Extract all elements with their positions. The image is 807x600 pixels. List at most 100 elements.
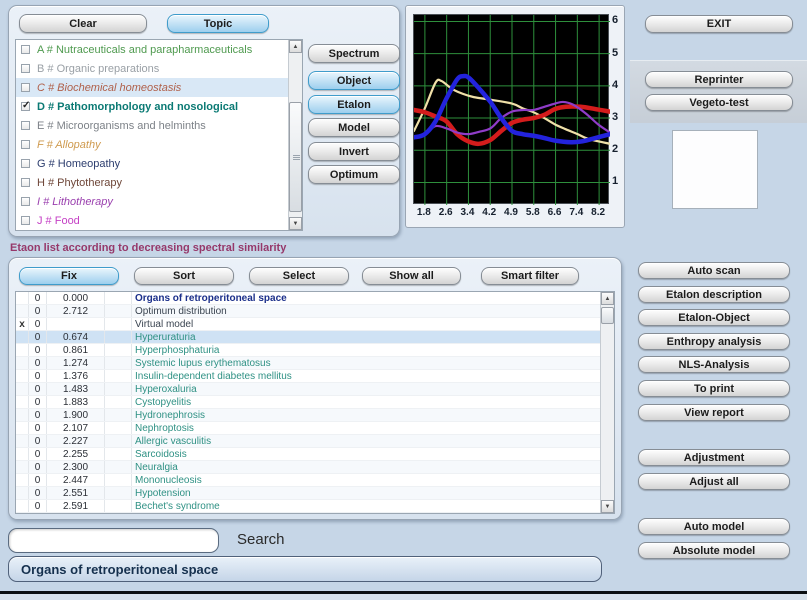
nls-analysis-button[interactable]: NLS-Analysis bbox=[638, 356, 790, 373]
category-item[interactable]: D # Pathomorphology and nosological bbox=[16, 97, 302, 116]
etalon-button[interactable]: Etalon bbox=[308, 95, 400, 114]
select-button[interactable]: Select bbox=[249, 267, 349, 285]
cell-marker bbox=[16, 435, 29, 447]
sort-button[interactable]: Sort bbox=[134, 267, 234, 285]
cell-name: Optimum distribution bbox=[135, 305, 227, 317]
category-item[interactable]: E # Microorganisms and helminths bbox=[16, 116, 302, 135]
table-row[interactable]: 0 1.483 Hyperoxaluria bbox=[16, 383, 600, 396]
smart-filter-button[interactable]: Smart filter bbox=[481, 267, 579, 285]
category-item[interactable]: A # Nutraceuticals and parapharmaceutica… bbox=[16, 40, 302, 59]
cell-marker bbox=[16, 331, 29, 343]
table-row[interactable]: 0 0.861 Hyperphosphaturia bbox=[16, 344, 600, 357]
spectrum-button[interactable]: Spectrum bbox=[308, 44, 400, 63]
table-row[interactable]: 0 2.447 Mononucleosis bbox=[16, 474, 600, 487]
cell-marker bbox=[16, 292, 29, 304]
absolute-model-button[interactable]: Absolute model bbox=[638, 542, 790, 559]
category-list: A # Nutraceuticals and parapharmaceutica… bbox=[15, 39, 303, 231]
reprinter-button[interactable]: Reprinter bbox=[645, 71, 793, 88]
vegeto-test-button[interactable]: Vegeto-test bbox=[645, 94, 793, 111]
auto-scan-button[interactable]: Auto scan bbox=[638, 262, 790, 279]
category-item[interactable]: J # Food bbox=[16, 211, 302, 230]
cell-flag: 0 bbox=[29, 305, 47, 317]
cell-value: 1.883 bbox=[47, 396, 105, 408]
scrollbar-thumb[interactable] bbox=[601, 307, 614, 324]
table-row[interactable]: 0 2.255 Sarcoidosis bbox=[16, 448, 600, 461]
cell-name: Hydronephrosis bbox=[135, 409, 206, 421]
table-row[interactable]: 0 2.300 Neuralgia bbox=[16, 461, 600, 474]
cell-spacer bbox=[105, 344, 132, 356]
table-row[interactable]: 0 2.591 Bechet's syndrome bbox=[16, 500, 600, 513]
optimum-button[interactable]: Optimum bbox=[308, 165, 400, 184]
category-item[interactable]: C # Biochemical homeostasis bbox=[16, 78, 302, 97]
adjust-all-button[interactable]: Adjust all bbox=[638, 473, 790, 490]
preview-box bbox=[672, 130, 758, 209]
search-input[interactable] bbox=[8, 528, 219, 553]
etalon-description-button[interactable]: Etalon description bbox=[638, 286, 790, 303]
cell-spacer bbox=[105, 396, 132, 408]
table-row[interactable]: x 0 Virtual model bbox=[16, 318, 600, 331]
cell-flag: 0 bbox=[29, 292, 47, 304]
cell-flag: 0 bbox=[29, 474, 47, 486]
show-all-button[interactable]: Show all bbox=[362, 267, 461, 285]
table-row[interactable]: 0 2.107 Nephroptosis bbox=[16, 422, 600, 435]
cell-marker bbox=[16, 461, 29, 473]
checkbox-icon[interactable] bbox=[21, 83, 30, 92]
cell-flag: 0 bbox=[29, 487, 47, 499]
table-row[interactable]: 0 1.900 Hydronephrosis bbox=[16, 409, 600, 422]
cell-name: Allergic vasculitis bbox=[135, 435, 212, 447]
scroll-up-icon[interactable]: ▲ bbox=[289, 40, 302, 53]
to-print-button[interactable]: To print bbox=[638, 380, 790, 397]
invert-button[interactable]: Invert bbox=[308, 142, 400, 161]
checkbox-icon[interactable] bbox=[21, 45, 30, 54]
auto-model-button[interactable]: Auto model bbox=[638, 518, 790, 535]
clear-button[interactable]: Clear bbox=[19, 14, 147, 33]
y-tick-label: 6 bbox=[612, 14, 619, 27]
scroll-up-icon[interactable]: ▲ bbox=[601, 292, 614, 305]
checkbox-icon[interactable] bbox=[21, 159, 30, 168]
category-label: J # Food bbox=[37, 214, 80, 227]
table-scrollbar[interactable]: ▲ ▼ bbox=[600, 292, 614, 513]
category-item[interactable]: B # Organic preparations bbox=[16, 59, 302, 78]
scroll-down-icon[interactable]: ▼ bbox=[289, 217, 302, 230]
selected-etalon-bar: Organs of retroperitoneal space bbox=[8, 556, 602, 582]
cell-name: Hyperoxaluria bbox=[135, 383, 197, 395]
category-label: G # Homeopathy bbox=[37, 157, 121, 170]
category-label: F # Allopathy bbox=[37, 138, 101, 151]
category-item[interactable]: G # Homeopathy bbox=[16, 154, 302, 173]
adjustment-button[interactable]: Adjustment bbox=[638, 449, 790, 466]
selected-etalon-text: Organs of retroperitoneal space bbox=[21, 561, 219, 577]
table-row[interactable]: 0 0.674 Hyperuraturia bbox=[16, 331, 600, 344]
table-row[interactable]: 0 1.376 Insulin-dependent diabetes mellitu… bbox=[16, 370, 600, 383]
exit-button[interactable]: EXIT bbox=[645, 15, 793, 33]
cell-flag: 0 bbox=[29, 435, 47, 447]
checkbox-icon[interactable] bbox=[21, 216, 30, 225]
category-label: I # Lithotherapy bbox=[37, 195, 113, 208]
category-item[interactable]: H # Phytotherapy bbox=[16, 173, 302, 192]
etalon-object-button[interactable]: Etalon-Object bbox=[638, 309, 790, 326]
scroll-down-icon[interactable]: ▼ bbox=[601, 500, 614, 513]
checkbox-icon[interactable] bbox=[21, 121, 30, 130]
table-row[interactable]: 0 2.227 Allergic vasculitis bbox=[16, 435, 600, 448]
checkbox-icon[interactable] bbox=[21, 140, 30, 149]
fix-button[interactable]: Fix bbox=[19, 267, 119, 285]
checkbox-icon[interactable] bbox=[21, 64, 30, 73]
scrollbar-thumb[interactable] bbox=[289, 102, 302, 212]
table-row[interactable]: 0 1.883 Cystopyelitis bbox=[16, 396, 600, 409]
category-item[interactable]: F # Allopathy bbox=[16, 135, 302, 154]
enthropy-analysis-button[interactable]: Enthropy analysis bbox=[638, 333, 790, 350]
checkbox-icon[interactable] bbox=[21, 197, 30, 206]
cell-flag: 0 bbox=[29, 409, 47, 421]
table-row[interactable]: 0 1.274 Systemic lupus erythematosus bbox=[16, 357, 600, 370]
view-report-button[interactable]: View report bbox=[638, 404, 790, 421]
topic-button[interactable]: Topic bbox=[167, 14, 269, 33]
checked-checkbox-icon[interactable] bbox=[21, 101, 30, 111]
category-scrollbar[interactable]: ▲ ▼ bbox=[288, 40, 302, 230]
checkbox-icon[interactable] bbox=[21, 178, 30, 187]
table-row[interactable]: 0 0.000 Organs of retroperitoneal space bbox=[16, 292, 600, 305]
object-button[interactable]: Object bbox=[308, 71, 400, 90]
category-item[interactable]: I # Lithotherapy bbox=[16, 192, 302, 211]
table-row[interactable]: 0 2.551 Hypotension bbox=[16, 487, 600, 500]
model-button[interactable]: Model bbox=[308, 118, 400, 137]
window-bottom-strip bbox=[0, 594, 807, 600]
table-row[interactable]: 0 2.712 Optimum distribution bbox=[16, 305, 600, 318]
